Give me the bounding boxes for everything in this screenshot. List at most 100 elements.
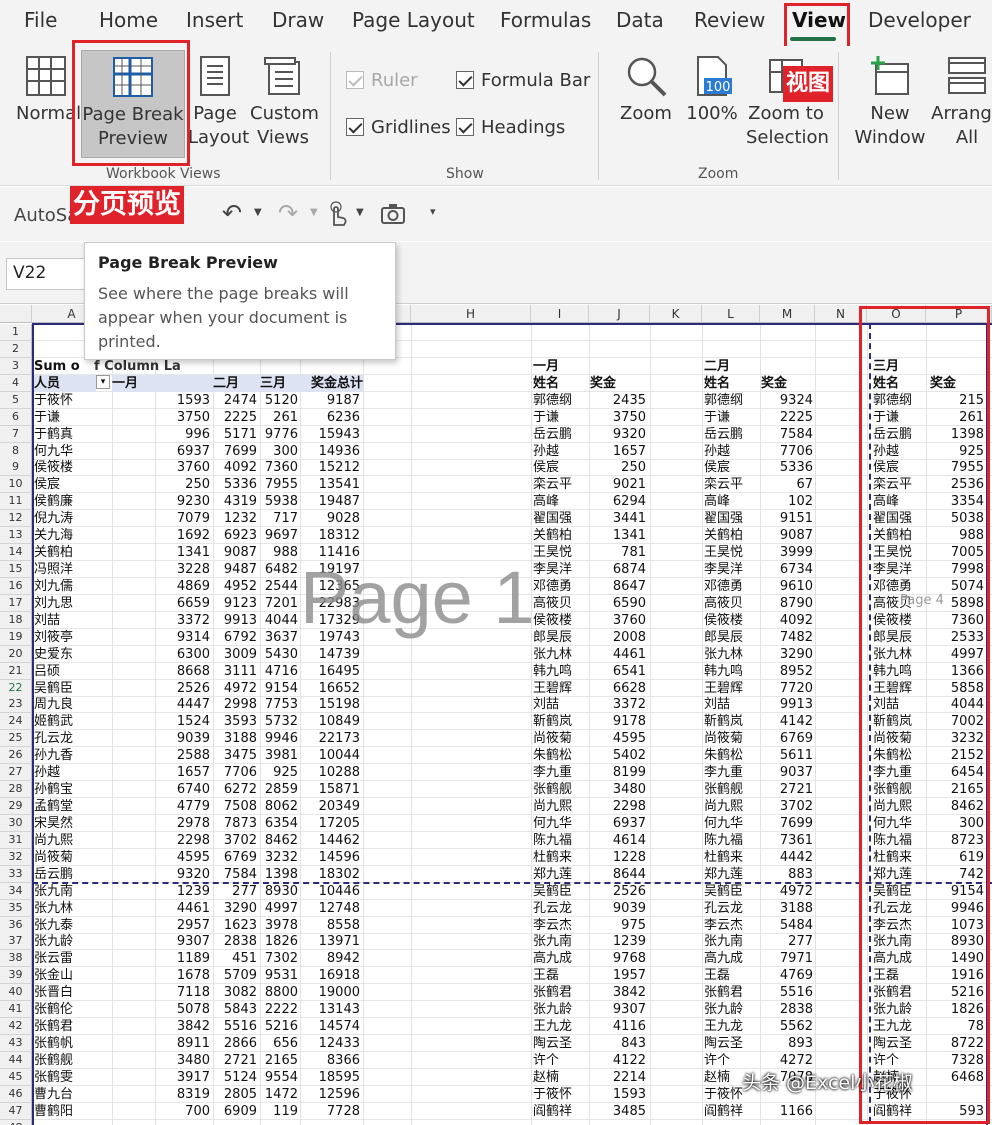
section_feb-bonus-cell[interactable]: 1166 (760, 1103, 813, 1120)
section_jan-bonus-cell[interactable]: 3485 (589, 1103, 646, 1120)
pivot-jan-cell[interactable]: 1593 (112, 392, 210, 409)
pivot-jan-cell[interactable]: 8319 (112, 1086, 210, 1103)
row-header[interactable]: 44 (0, 1051, 32, 1069)
pivot-mar-cell[interactable]: 8930 (260, 883, 298, 900)
section_jan-bonus-cell[interactable]: 2214 (589, 1069, 646, 1086)
section_jan-name-cell[interactable]: 张九龄 (533, 1001, 589, 1018)
pivot-mar-cell[interactable]: 261 (260, 409, 298, 426)
pivot-mar-cell[interactable]: 5430 (260, 646, 298, 663)
pivot-total-cell[interactable]: 10446 (300, 883, 360, 900)
zoom-button[interactable]: Zoom (618, 54, 674, 126)
section_feb-name-cell[interactable]: 侯筱楼 (704, 612, 760, 629)
pivot-total-cell[interactable]: 8942 (300, 950, 360, 967)
pivot-person-cell[interactable]: 刘九思 (34, 595, 112, 612)
row-header[interactable]: 5 (0, 391, 32, 409)
pivot-person-cell[interactable]: 张九林 (34, 900, 112, 917)
pivot-jan-cell[interactable]: 9320 (112, 866, 210, 883)
pivot-feb-cell[interactable]: 2225 (213, 409, 257, 426)
row-header[interactable]: 46 (0, 1085, 32, 1103)
pivot-mar-cell[interactable]: 656 (260, 1035, 298, 1052)
section_feb-bonus-header[interactable]: 奖金 (761, 375, 814, 392)
pivot-person-cell[interactable]: 周九良 (34, 696, 112, 713)
section_jan-name-cell[interactable]: 尚筱菊 (533, 730, 589, 747)
pivot-mar-cell[interactable]: 4716 (260, 663, 298, 680)
pivot-jan-cell[interactable]: 3228 (112, 561, 210, 578)
pivot-feb-cell[interactable]: 9487 (213, 561, 257, 578)
pivot-feb-cell[interactable]: 5124 (213, 1069, 257, 1086)
section_jan-name-cell[interactable]: 朱鹤松 (533, 747, 589, 764)
pivot-total-cell[interactable]: 10044 (300, 747, 360, 764)
pivot-jan-cell[interactable]: 9307 (112, 933, 210, 950)
section_jan-name-cell[interactable]: 高筱贝 (533, 595, 589, 612)
section_feb-name-header[interactable]: 姓名 (704, 375, 760, 392)
section_jan-bonus-cell[interactable]: 9307 (589, 1001, 646, 1018)
undo-icon[interactable]: ↶ (222, 199, 242, 227)
row-header[interactable]: 8 (0, 442, 32, 460)
section_jan-bonus-cell[interactable]: 1341 (589, 527, 646, 544)
section_feb-name-cell[interactable]: 尚筱菊 (704, 730, 760, 747)
pivot-person-cell[interactable]: 孔云龙 (34, 730, 112, 747)
row-header[interactable]: 21 (0, 662, 32, 680)
section_jan-bonus-cell[interactable]: 2526 (589, 883, 646, 900)
section_jan-bonus-cell[interactable]: 4122 (589, 1052, 646, 1069)
section_jan-name-cell[interactable]: 侯筱楼 (533, 612, 589, 629)
row-header[interactable]: 18 (0, 611, 32, 629)
section_feb-bonus-cell[interactable]: 5562 (760, 1018, 813, 1035)
pivot-mar-cell[interactable]: 8062 (260, 798, 298, 815)
tab-insert[interactable]: Insert (186, 8, 243, 32)
new-window-button[interactable]: New Window (850, 54, 930, 150)
section_jan-bonus-cell[interactable]: 6294 (589, 493, 646, 510)
pivot-jan-cell[interactable]: 3760 (112, 459, 210, 476)
page-layout-view-button[interactable]: Page Layout (188, 54, 249, 150)
pivot-total-cell[interactable]: 14462 (300, 832, 360, 849)
pivot-person-cell[interactable]: 张金山 (34, 967, 112, 984)
pivot-mar-cell[interactable]: 5216 (260, 1018, 298, 1035)
pivot-feb-cell[interactable]: 4952 (213, 578, 257, 595)
section_feb-name-cell[interactable]: 栾云平 (704, 476, 760, 493)
touch-dropdown-icon[interactable]: ▼ (356, 207, 364, 218)
row-header[interactable]: 24 (0, 713, 32, 731)
row-header[interactable]: 40 (0, 984, 32, 1002)
pivot-total-cell[interactable]: 10849 (300, 713, 360, 730)
row-header[interactable]: 22 (0, 679, 32, 697)
pivot-feb-cell[interactable]: 3702 (213, 832, 257, 849)
pivot-jan-cell[interactable]: 2957 (112, 917, 210, 934)
section_jan-name-cell[interactable]: 陈九福 (533, 832, 589, 849)
row-header[interactable]: 16 (0, 577, 32, 595)
section_feb-name-cell[interactable]: 关鹤柏 (704, 527, 760, 544)
pivot-mar-cell[interactable]: 9776 (260, 426, 298, 443)
row-header[interactable]: 27 (0, 764, 32, 782)
section_jan-name-cell[interactable]: 高九成 (533, 950, 589, 967)
section_feb-bonus-cell[interactable]: 3702 (760, 798, 813, 815)
section_feb-bonus-cell[interactable]: 8790 (760, 595, 813, 612)
pivot-feb-cell[interactable]: 2866 (213, 1035, 257, 1052)
row-header[interactable]: 35 (0, 899, 32, 917)
pivot-feb-cell[interactable]: 3188 (213, 730, 257, 747)
section_jan-bonus-header[interactable]: 奖金 (590, 375, 647, 392)
section_feb-name-cell[interactable]: 孔云龙 (704, 900, 760, 917)
pivot-mar-cell[interactable]: 8462 (260, 832, 298, 849)
section_feb-bonus-cell[interactable]: 7699 (760, 815, 813, 832)
pivot-feb-cell[interactable]: 4092 (213, 459, 257, 476)
section_feb-name-cell[interactable]: 张九龄 (704, 1001, 760, 1018)
row-header[interactable]: 47 (0, 1102, 32, 1120)
section_feb-name-cell[interactable]: 陈九福 (704, 832, 760, 849)
section_jan-bonus-cell[interactable]: 1657 (589, 443, 646, 460)
pivot-feb-cell[interactable]: 9087 (213, 544, 257, 561)
pivot-feb-cell[interactable]: 5709 (213, 967, 257, 984)
row-header[interactable]: 41 (0, 1001, 32, 1019)
pivot-person-cell[interactable]: 关九海 (34, 527, 112, 544)
pivot-jan-cell[interactable]: 8668 (112, 663, 210, 680)
row-header[interactable]: 25 (0, 730, 32, 748)
pivot-jan-cell[interactable]: 7118 (112, 984, 210, 1001)
pivot-total-cell[interactable]: 19487 (300, 493, 360, 510)
tab-page-layout[interactable]: Page Layout (352, 8, 475, 32)
row-header[interactable]: 48 (0, 1119, 32, 1125)
row-header[interactable]: 34 (0, 882, 32, 900)
pivot-total-cell[interactable]: 12748 (300, 900, 360, 917)
undo-dropdown-icon[interactable]: ▼ (254, 207, 262, 218)
section_jan-name-cell[interactable]: 关鹤柏 (533, 527, 589, 544)
pivot-mar-cell[interactable]: 3232 (260, 849, 298, 866)
section_jan-bonus-cell[interactable]: 3441 (589, 510, 646, 527)
section_feb-name-cell[interactable]: 王昊悦 (704, 544, 760, 561)
